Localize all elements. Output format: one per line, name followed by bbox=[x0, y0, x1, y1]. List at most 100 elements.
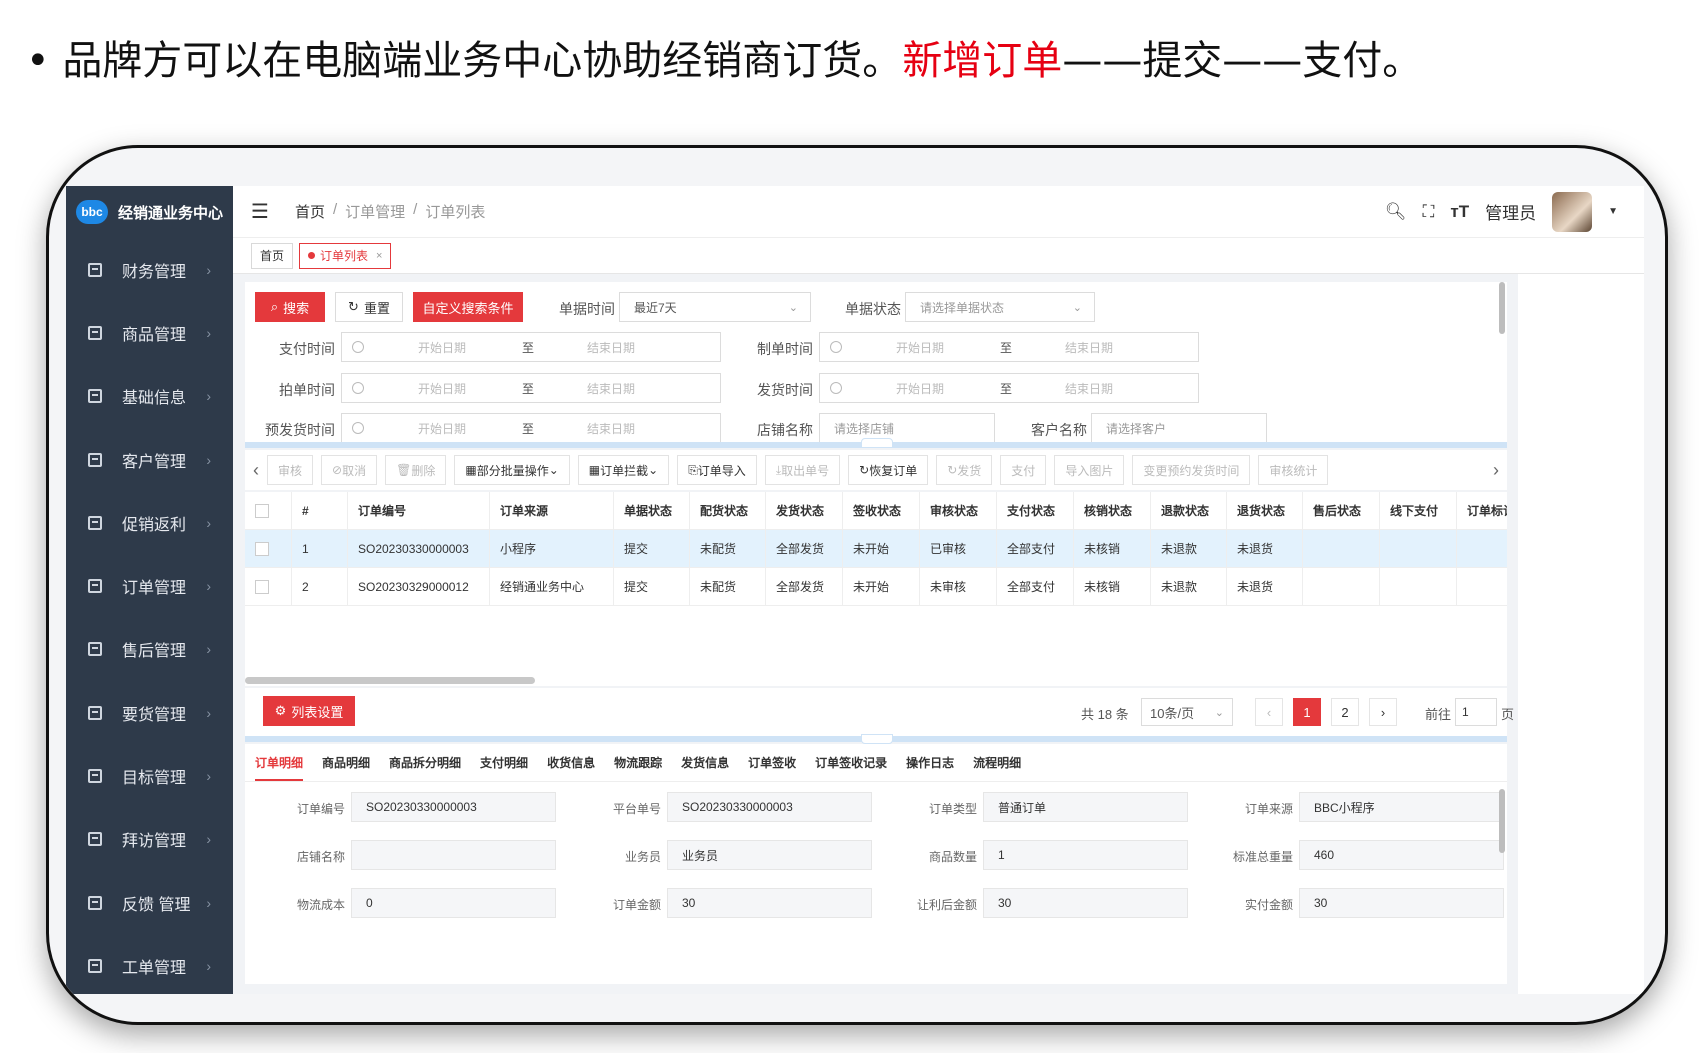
breadcrumb-item[interactable]: 订单列表 bbox=[425, 201, 485, 222]
toolbar-button[interactable]: 变更预约发货时间 bbox=[1132, 455, 1251, 485]
table-hscrollbar[interactable] bbox=[245, 677, 535, 684]
checkbox[interactable] bbox=[255, 542, 269, 557]
ship-time-range[interactable]: 开始日期 至 结束日期 bbox=[819, 373, 1199, 403]
shop-select[interactable]: 请选择店铺 bbox=[819, 413, 995, 443]
detail-scrollbar[interactable] bbox=[1499, 789, 1505, 853]
sidebar-item-label: 工单管理 bbox=[122, 959, 187, 977]
sidebar-item[interactable]: 订单管理 › bbox=[66, 554, 233, 617]
active-dot-icon bbox=[308, 252, 316, 259]
chevron-right-icon[interactable]: › bbox=[1493, 460, 1499, 481]
filter-scrollbar[interactable] bbox=[1499, 282, 1505, 334]
list-settings-button[interactable]: ⚙ 列表设置 bbox=[263, 696, 355, 726]
checkbox[interactable] bbox=[255, 580, 269, 595]
toolbar-button[interactable]: 审核 bbox=[267, 455, 314, 485]
fullscreen-icon[interactable]: ⛶ bbox=[1422, 202, 1434, 222]
table-row[interactable]: 2 SO20230329000012 经销通业务中心 提交 未配货 全部发货 未开始 未审核全… bbox=[245, 567, 1507, 606]
user-name[interactable]: 管理员 bbox=[1485, 199, 1536, 224]
sidebar-item[interactable]: 商品管理 › bbox=[66, 301, 233, 364]
avatar[interactable] bbox=[1552, 191, 1593, 232]
page-1-button[interactable]: 1 bbox=[1293, 698, 1321, 726]
next-page-button[interactable]: › bbox=[1369, 698, 1397, 726]
table-row[interactable]: 1 SO20230330000003 小程序 提交 未配货 全部发货 未开始 已审核 全部支付未… bbox=[245, 529, 1507, 568]
toolbar-button[interactable]: ▦ 订单拦截 ⌄ bbox=[577, 455, 670, 485]
detail-tab[interactable]: 操作日志 bbox=[906, 754, 954, 771]
detail-tab[interactable]: 订单签收记录 bbox=[815, 754, 887, 771]
sidebar-item[interactable]: 财务管理 › bbox=[66, 238, 233, 301]
toolbar-icon: 🗑︎ bbox=[396, 463, 412, 477]
detail-tab[interactable]: 物流跟踪 bbox=[614, 754, 662, 771]
toolbar-button[interactable]: 审核统计 bbox=[1258, 455, 1329, 485]
detail-tab[interactable]: 发货信息 bbox=[681, 754, 729, 771]
doc-status-select[interactable]: 请选择单据状态 ⌄ bbox=[905, 292, 1095, 322]
toolbar-button[interactable]: ↻ 恢复订单 bbox=[848, 455, 929, 485]
custom-search-button[interactable]: 自定义搜索条件 bbox=[413, 292, 523, 322]
detail-field-value: 30 bbox=[1299, 888, 1504, 918]
goto-page-input[interactable]: 1 bbox=[1455, 698, 1497, 726]
chevron-right-icon: › bbox=[206, 388, 211, 405]
row-checkbox-cell[interactable] bbox=[245, 567, 292, 606]
sidebar-item[interactable]: 要货管理 › bbox=[66, 681, 233, 744]
tag-current[interactable]: 订单列表 × bbox=[299, 242, 392, 269]
detail-tab[interactable]: 订单签收 bbox=[748, 754, 796, 771]
sidebar-item[interactable]: 反馈 管理 › bbox=[66, 871, 233, 934]
detail-tab[interactable]: 支付明细 bbox=[480, 754, 528, 771]
chevron-down-icon[interactable]: ▼ bbox=[1608, 206, 1618, 217]
preship-time-label: 预发货时间 bbox=[265, 422, 335, 438]
detail-collapse-handle[interactable] bbox=[245, 734, 1507, 744]
sidebar-item[interactable]: 客户管理 › bbox=[66, 428, 233, 491]
reset-button[interactable]: ↻ 重置 bbox=[335, 292, 403, 322]
toolbar-button[interactable]: ↻ 发货 bbox=[936, 455, 993, 485]
detail-tabs: 订单明细 商品明细 商品拆分明细 支付明细 收货信息 物流跟踪 发货信息 订单签收 订单签收记录… bbox=[245, 744, 1507, 782]
detail-tab[interactable]: 流程明细 bbox=[973, 754, 1021, 771]
make-time-range[interactable]: 开始日期 至 结束日期 bbox=[819, 332, 1199, 362]
checkbox[interactable] bbox=[255, 504, 269, 519]
table-cell: 未审核 bbox=[920, 567, 997, 606]
start-placeholder: 开始日期 bbox=[418, 340, 467, 355]
chevron-left-icon[interactable]: ‹ bbox=[253, 460, 259, 481]
breadcrumb-item[interactable]: 首页 bbox=[295, 201, 325, 222]
prev-page-button[interactable]: ‹ bbox=[1255, 698, 1283, 726]
page-2-button[interactable]: 2 bbox=[1331, 698, 1359, 726]
toolbar-button[interactable]: 🗑︎ 删除 bbox=[385, 455, 447, 485]
row-checkbox-cell[interactable] bbox=[245, 492, 292, 530]
toolbar-button-label: 取消 bbox=[342, 463, 367, 478]
table-header[interactable]: # 订单编号 订单来源 单据状态 配货状态 发货状态 签收状态 审核状态 支付状态 核销状态 退款状… bbox=[245, 492, 1507, 530]
sidebar-item[interactable]: 目标管理 › bbox=[66, 744, 233, 807]
detail-tab[interactable]: 收货信息 bbox=[547, 754, 595, 771]
toolbar-button[interactable]: 支付 bbox=[1000, 455, 1047, 485]
toolbar-button[interactable]: ▦ 部分批量操作 ⌄ bbox=[454, 455, 570, 485]
start-placeholder: 开始日期 bbox=[896, 381, 945, 396]
preship-time-range[interactable]: 开始日期 至 结束日期 bbox=[341, 413, 721, 443]
toolbar-button[interactable]: ⎘ 订单导入 bbox=[677, 455, 757, 485]
search-button[interactable]: ⌕ 搜索 bbox=[255, 292, 325, 322]
sidebar-item[interactable]: 基础信息 › bbox=[66, 365, 233, 428]
detail-field-value: BBC小程序 bbox=[1299, 792, 1504, 822]
sidebar-item[interactable]: 工单管理 › bbox=[66, 934, 233, 994]
customer-select[interactable]: 请选择客户 bbox=[1091, 413, 1267, 443]
shoot-time-range[interactable]: 开始日期 至 结束日期 bbox=[341, 373, 721, 403]
sidebar-item[interactable]: 促销返利 › bbox=[66, 491, 233, 554]
page-size-select[interactable]: 10条/页 ⌄ bbox=[1141, 698, 1233, 726]
search-label: 搜索 bbox=[283, 300, 310, 316]
detail-tab[interactable]: 商品拆分明细 bbox=[389, 754, 461, 771]
table-cell: 1 bbox=[292, 529, 348, 568]
filter-collapse-handle[interactable] bbox=[245, 438, 1507, 448]
sidebar-item[interactable]: 售后管理 › bbox=[66, 618, 233, 681]
breadcrumb-item[interactable]: 订单管理 bbox=[345, 201, 405, 222]
search-icon[interactable]: 🔍︎ bbox=[1385, 202, 1407, 222]
toolbar-button[interactable]: 导入图片 bbox=[1054, 455, 1125, 485]
menu-fold-icon[interactable]: ☰ bbox=[251, 199, 269, 224]
sidebar-item[interactable]: 拜访管理 › bbox=[66, 808, 233, 871]
doc-time-select[interactable]: 最近7天 ⌄ bbox=[619, 292, 811, 322]
pay-time-range[interactable]: 开始日期 至 结束日期 bbox=[341, 332, 721, 362]
close-icon[interactable]: × bbox=[376, 250, 382, 262]
detail-tab[interactable]: 商品明细 bbox=[322, 754, 370, 771]
detail-field-value: 0 bbox=[351, 888, 556, 918]
tag-home[interactable]: 首页 bbox=[251, 242, 294, 269]
app-title: 经销通业务中心 bbox=[118, 204, 224, 222]
font-size-icon[interactable]: тT bbox=[1450, 202, 1469, 222]
toolbar-button[interactable]: ⤓ 取出单号 bbox=[764, 455, 841, 485]
row-checkbox-cell[interactable] bbox=[245, 529, 292, 568]
toolbar-button[interactable]: ⊘ 取消 bbox=[321, 455, 378, 485]
detail-tab[interactable]: 订单明细 bbox=[255, 754, 304, 781]
